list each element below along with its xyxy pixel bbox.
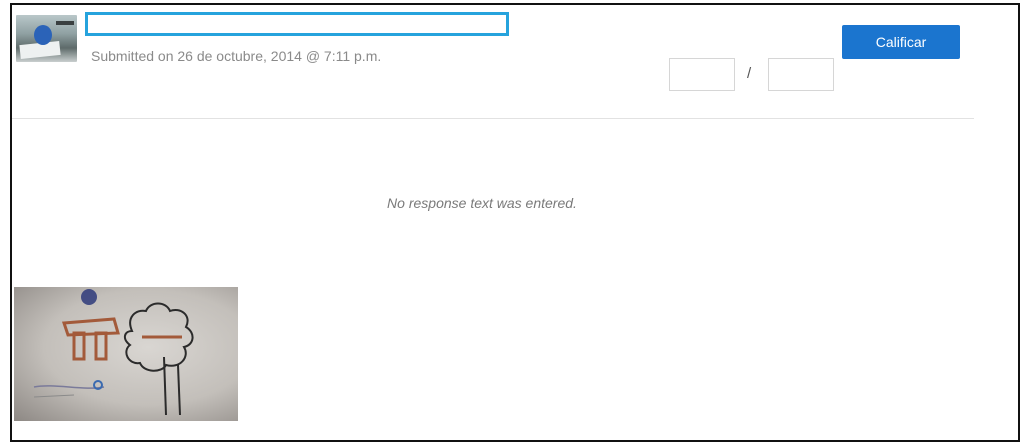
submission-panel: Submitted on 26 de octubre, 2014 @ 7:11 … (10, 3, 1020, 442)
attachment-image[interactable] (14, 287, 238, 421)
submission-timestamp: Submitted on 26 de octubre, 2014 @ 7:11 … (91, 48, 382, 64)
drawing-image (33, 289, 194, 416)
student-name-redaction-box (85, 12, 509, 36)
grade-button[interactable]: Calificar (842, 25, 960, 59)
score-separator: / (747, 65, 752, 82)
avatar (16, 15, 77, 62)
header-divider (12, 118, 974, 119)
no-response-message: No response text was entered. (387, 195, 577, 211)
score-input[interactable] (669, 58, 735, 91)
max-score-input[interactable] (768, 58, 834, 91)
